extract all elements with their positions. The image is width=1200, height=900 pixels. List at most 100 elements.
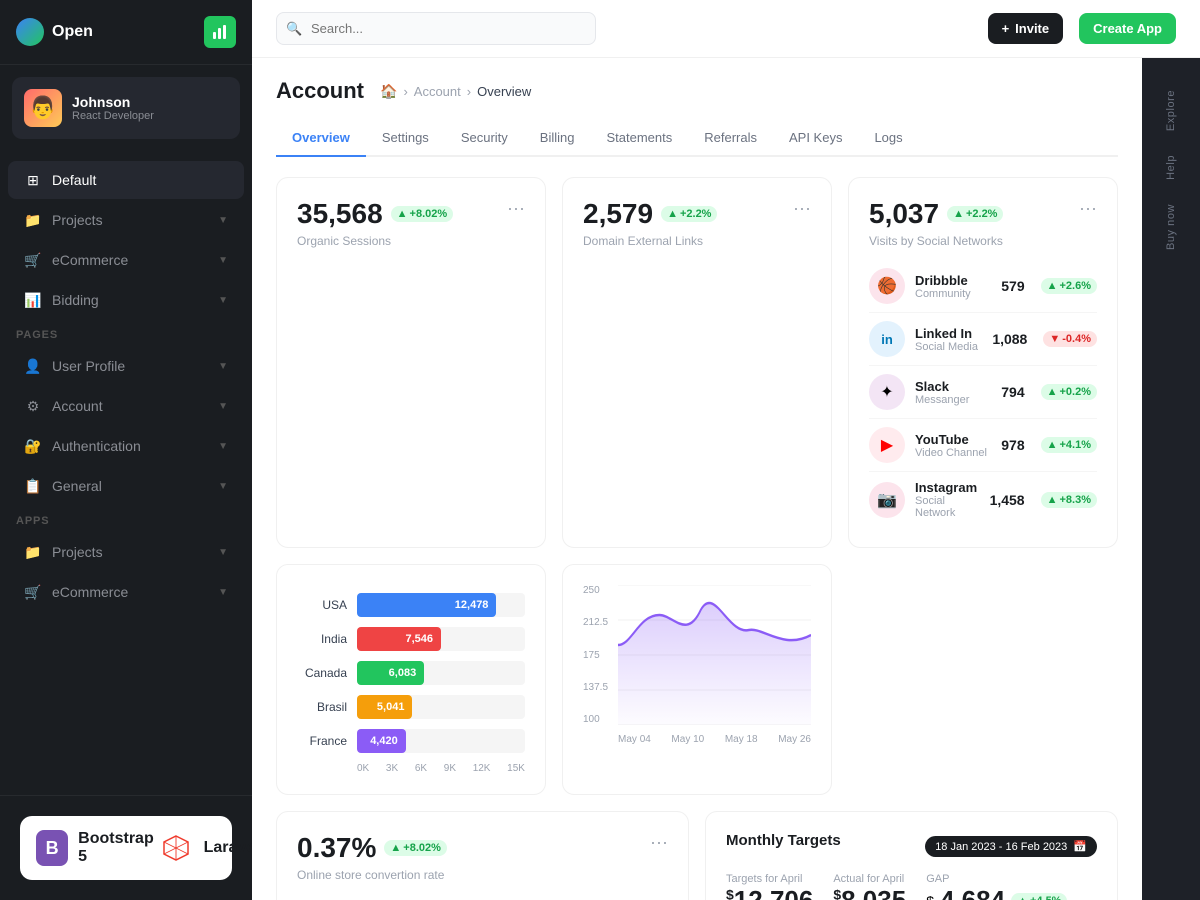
- stat-value: 2,579 ▲ +2.2%: [583, 198, 717, 230]
- tab-overview[interactable]: Overview: [276, 120, 366, 157]
- user-profile-card[interactable]: 👨 Johnson React Developer: [12, 77, 240, 139]
- search-input[interactable]: [276, 12, 596, 45]
- dollar-sign: $: [926, 893, 934, 900]
- target-amount-value: $12,706: [726, 885, 813, 900]
- user-icon: 👤: [24, 357, 42, 375]
- tab-security[interactable]: Security: [445, 120, 524, 157]
- plus-icon: +: [1002, 21, 1010, 36]
- sidebar-item-ecommerce[interactable]: 🛒 eCommerce ▼: [8, 241, 244, 279]
- social-info: Linked In Social Media: [915, 326, 982, 353]
- sidebar-item-label: Projects: [52, 212, 208, 228]
- sidebar-item-user-profile[interactable]: 👤 User Profile ▼: [8, 347, 244, 385]
- conversion-label: Online store convertion rate: [297, 868, 447, 882]
- youtube-icon: ▶: [869, 427, 905, 463]
- social-item-youtube: ▶ YouTube Video Channel 978 ▲+4.1%: [869, 419, 1097, 472]
- create-app-button[interactable]: Create App: [1079, 13, 1176, 44]
- stat-card-domain: 2,579 ▲ +2.2% Domain External Links ···: [562, 177, 832, 548]
- sidebar-item-label: Projects: [52, 544, 208, 560]
- stats-grid: 35,568 ▲ +8.02% Organic Sessions ···: [276, 177, 1118, 548]
- tab-billing[interactable]: Billing: [524, 120, 591, 157]
- social-item-instagram: 📷 Instagram Social Network 1,458 ▲+8.3%: [869, 472, 1097, 527]
- tab-statements[interactable]: Statements: [590, 120, 688, 157]
- sidebar-item-bidding[interactable]: 📊 Bidding ▼: [8, 281, 244, 319]
- charts-row: USA 12,478 India 7,546 Canad: [276, 564, 1118, 795]
- chevron-down-icon: ▼: [218, 547, 228, 558]
- arrow-up-icon: ▲: [953, 208, 964, 220]
- chevron-down-icon: ▼: [218, 587, 228, 598]
- more-icon[interactable]: ···: [507, 198, 525, 219]
- sidebar-item-general[interactable]: 📋 General ▼: [8, 467, 244, 505]
- bar-track: 5,041: [357, 695, 525, 719]
- bar-chart-card: USA 12,478 India 7,546 Canad: [276, 564, 546, 795]
- social-item-dribbble: 🏀 Dribbble Community 579 ▲+2.6%: [869, 260, 1097, 313]
- sidebar-item-label: User Profile: [52, 358, 208, 374]
- y-axis-labels: 250 212.5 175 137.5 100: [583, 585, 608, 725]
- sidebar-item-ecommerce-app[interactable]: 🛒 eCommerce ▼: [8, 573, 244, 611]
- actual-label: Actual for April: [833, 873, 906, 885]
- conversion-card: 0.37% ▲+8.02% Online store convertion ra…: [276, 811, 689, 900]
- sidebar-item-label: Authentication: [52, 438, 208, 454]
- page-scroll-area: Account 🏠 › Account › Overview Overview …: [252, 58, 1142, 900]
- stat-label: Organic Sessions: [297, 234, 453, 248]
- cart-icon: 🛒: [24, 251, 42, 269]
- breadcrumb-link-account[interactable]: Account: [414, 84, 461, 99]
- page-title: Account: [276, 78, 364, 104]
- sidebar-item-label: Bidding: [52, 292, 208, 308]
- social-count: 978: [1001, 437, 1024, 453]
- stat-badge: ▲ +8.02%: [391, 206, 454, 222]
- social-item-linkedin: in Linked In Social Media 1,088 ▼-0.4%: [869, 313, 1097, 366]
- user-name: Johnson: [72, 94, 154, 110]
- explore-button[interactable]: Explore: [1165, 78, 1177, 143]
- chevron-down-icon: ▼: [218, 361, 228, 372]
- targets-amounts: Targets for April $12,706 Actual for Apr…: [726, 873, 1097, 900]
- tab-referrals[interactable]: Referrals: [688, 120, 773, 157]
- tab-api-keys[interactable]: API Keys: [773, 120, 858, 157]
- chart-icon-button[interactable]: [204, 16, 236, 48]
- targets-for-april: Targets for April $12,706: [726, 873, 813, 900]
- social-info: YouTube Video Channel: [915, 432, 991, 459]
- tab-settings[interactable]: Settings: [366, 120, 445, 157]
- bar-axis: 0K 3K 6K 9K 12K 15K: [297, 763, 525, 774]
- invite-button[interactable]: + Invite: [988, 13, 1064, 44]
- more-icon[interactable]: ···: [1079, 198, 1097, 219]
- help-button[interactable]: Help: [1165, 143, 1177, 192]
- social-type: Video Channel: [915, 447, 991, 459]
- sidebar-header: Open: [0, 0, 252, 65]
- bootstrap-icon: B: [36, 830, 68, 866]
- stat-badge: ▲+8.02%: [384, 840, 447, 856]
- sidebar-item-projects[interactable]: 📁 Projects ▼: [8, 201, 244, 239]
- folder-icon: 📁: [24, 211, 42, 229]
- sidebar-item-authentication[interactable]: 🔐 Authentication ▼: [8, 427, 244, 465]
- more-icon[interactable]: ···: [793, 198, 811, 219]
- chart-spacer: [848, 564, 858, 795]
- buy-now-button[interactable]: Buy now: [1165, 192, 1177, 262]
- bar-row-france: France 4,420: [297, 729, 525, 753]
- sidebar-item-default[interactable]: ⊞ Default: [8, 161, 244, 199]
- stat-card-social: 5,037 ▲ +2.2% Visits by Social Networks …: [848, 177, 1118, 548]
- line-chart-area: May 04 May 10 May 18 May 26: [618, 585, 811, 745]
- breadcrumb-separator: ›: [467, 84, 471, 99]
- tab-logs[interactable]: Logs: [858, 120, 918, 157]
- sidebar-item-account[interactable]: ⚙ Account ▼: [8, 387, 244, 425]
- actual-for-april: Actual for April $8,035: [833, 873, 906, 900]
- pages-section-label: PAGES: [0, 321, 252, 345]
- social-count: 1,088: [992, 331, 1027, 347]
- sidebar-item-projects-app[interactable]: 📁 Projects ▼: [8, 533, 244, 571]
- bar-track: 7,546: [357, 627, 525, 651]
- social-info: Slack Messanger: [915, 379, 991, 406]
- folder-icon: 📁: [24, 543, 42, 561]
- sidebar-logo[interactable]: Open: [16, 18, 93, 46]
- settings-icon: ⚙: [24, 397, 42, 415]
- user-role: React Developer: [72, 110, 154, 122]
- social-count: 794: [1001, 384, 1024, 400]
- home-icon[interactable]: 🏠: [380, 83, 397, 100]
- laravel-icon: [158, 830, 194, 866]
- targets-title: Monthly Targets: [726, 832, 841, 849]
- stat-badge: ▲+4.5%: [1011, 893, 1067, 900]
- social-name: YouTube: [915, 432, 991, 447]
- instagram-icon: 📷: [869, 482, 905, 518]
- actual-amount-value: $8,035: [833, 885, 906, 900]
- laravel-label: Laravel: [204, 839, 252, 857]
- more-icon[interactable]: ···: [650, 832, 668, 853]
- social-name: Instagram: [915, 480, 980, 495]
